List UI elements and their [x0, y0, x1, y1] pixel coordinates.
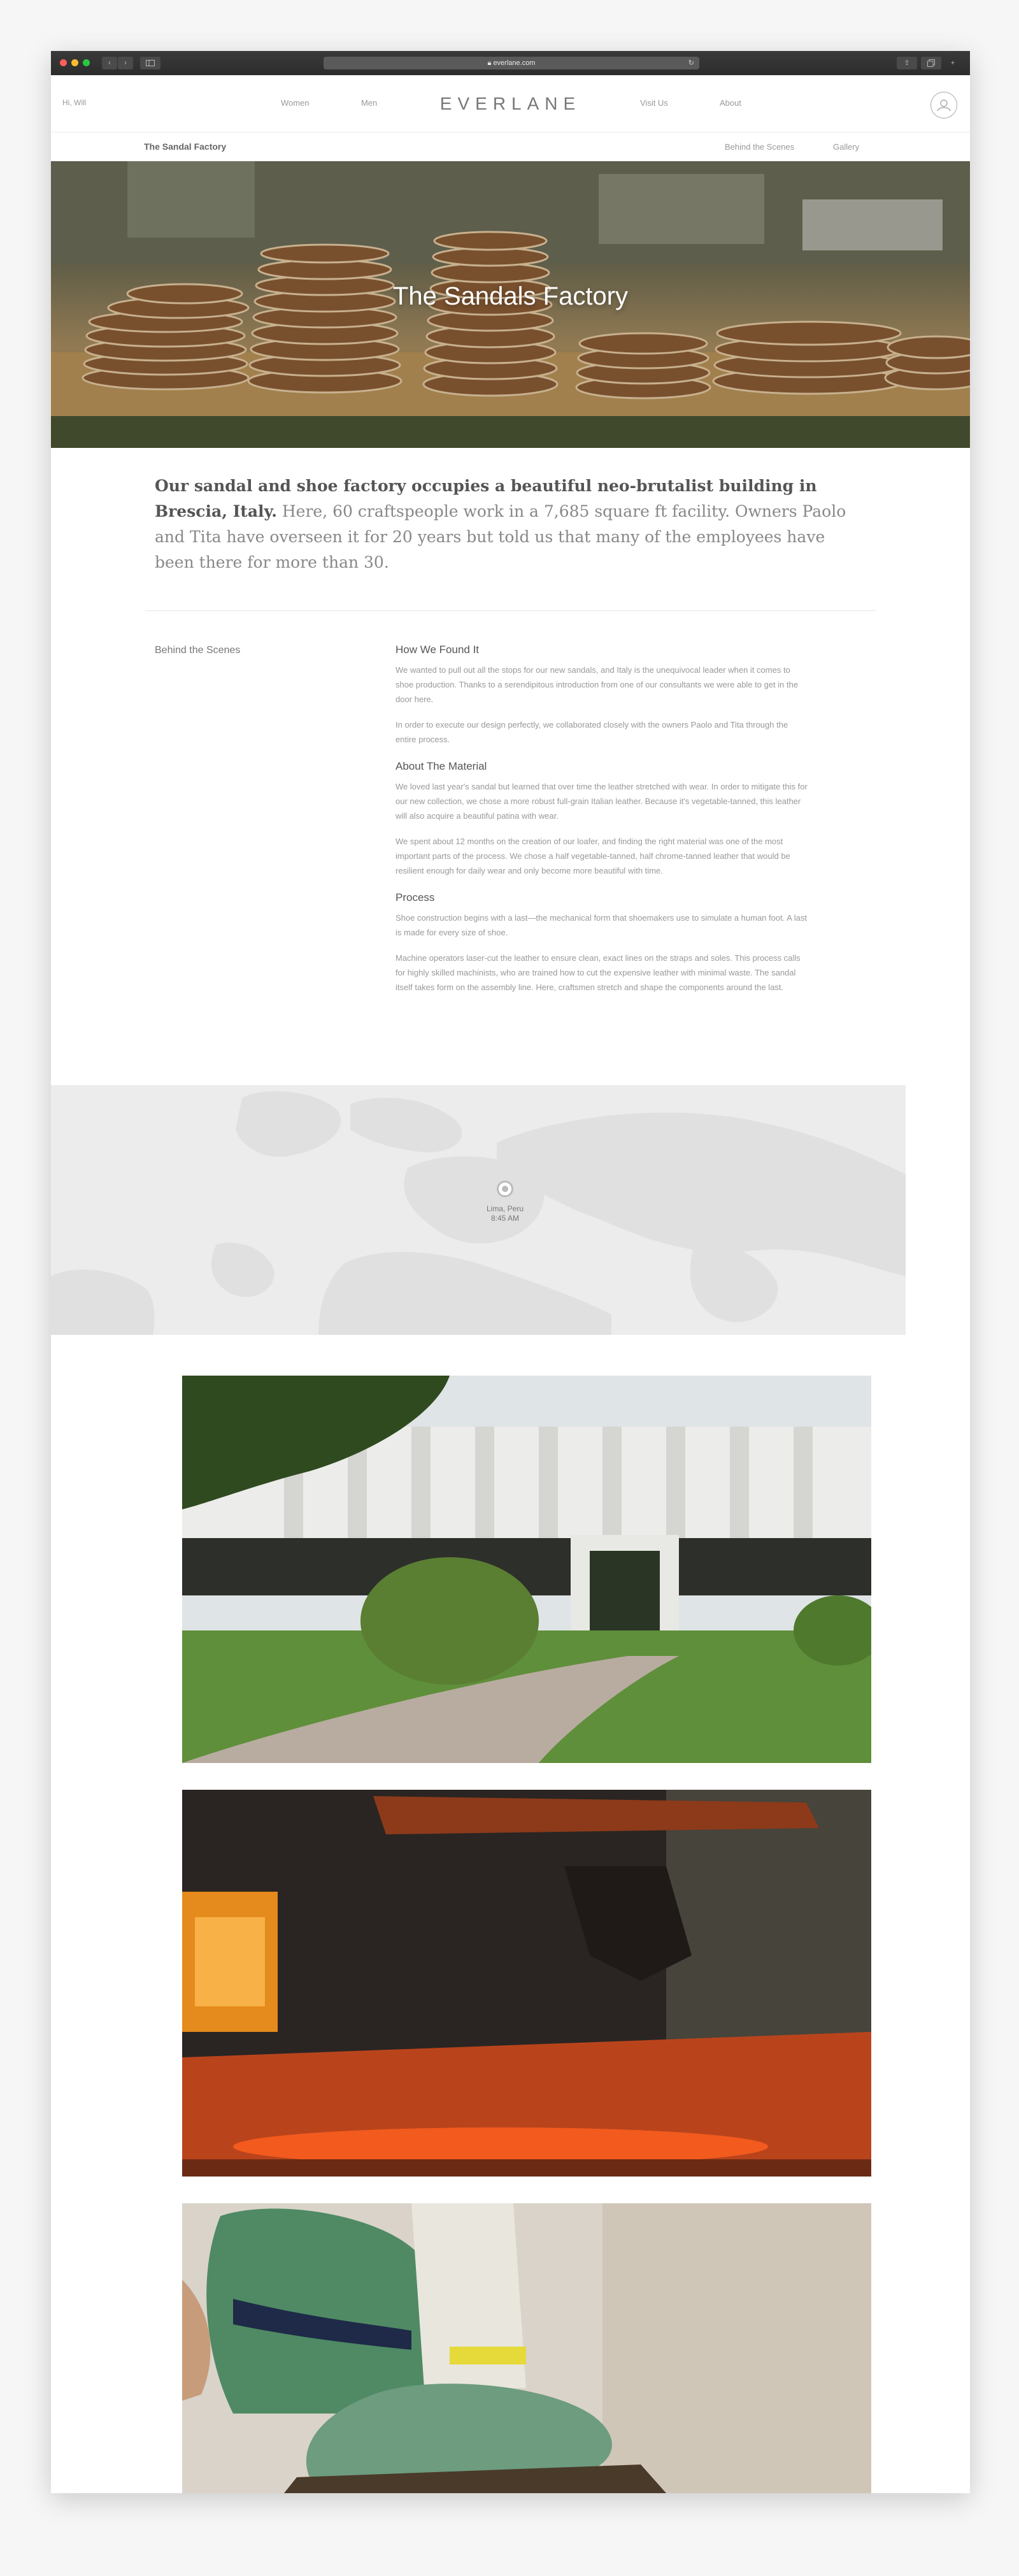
account-icon[interactable]	[930, 92, 957, 119]
tab-behind-the-scenes[interactable]: Behind the Scenes	[725, 142, 794, 152]
address-bar[interactable]: 🔒︎ everlane.com ↻	[324, 57, 699, 69]
location-pin-icon[interactable]	[497, 1181, 513, 1197]
reload-icon[interactable]: ↻	[688, 57, 694, 69]
story-content: How We Found It We wanted to pull out al…	[395, 644, 809, 1008]
section-paragraph: Machine operators laser-cut the leather …	[395, 953, 801, 992]
section-divider	[145, 610, 876, 611]
section-heading: Process	[395, 891, 435, 903]
section-paragraph: We loved last year's sandal but learned …	[395, 782, 808, 821]
nav-about[interactable]: About	[720, 98, 741, 108]
page-title: The Sandal Factory	[144, 141, 227, 152]
pin-location: Lima, Peru	[486, 1204, 524, 1213]
tab-gallery[interactable]: Gallery	[833, 142, 859, 152]
close-window-button[interactable]	[60, 59, 67, 66]
story-section: Process Shoe construction begins with a …	[395, 891, 809, 995]
hero-image: The Sandals Factory	[51, 161, 970, 448]
sub-navigation: The Sandal Factory Behind the Scenes Gal…	[51, 133, 970, 161]
section-paragraph: We wanted to pull out all the stops for …	[395, 665, 799, 704]
section-label: Behind the Scenes	[155, 645, 241, 656]
user-greeting[interactable]: Hi, Will	[62, 98, 86, 107]
laser-cutting-photo	[182, 1790, 871, 2177]
section-heading: How We Found It	[395, 644, 480, 656]
hero-title: The Sandals Factory	[392, 282, 629, 310]
section-paragraph: We spent about 12 months on the creation…	[395, 837, 790, 875]
browser-toolbar: ‹ › 🔒︎ everlane.com ↻ ⇪ +	[51, 51, 970, 75]
pin-time: 8:45 AM	[490, 1214, 520, 1223]
tabs-overview-icon[interactable]	[921, 57, 941, 69]
url-text: everlane.com	[493, 59, 536, 67]
new-tab-icon[interactable]: +	[946, 57, 960, 69]
section-paragraph: In order to execute our design perfectly…	[395, 720, 788, 744]
browser-window: ‹ › 🔒︎ everlane.com ↻ ⇪ + Hi, Will Women…	[51, 51, 970, 2493]
sidebar-toggle-icon[interactable]	[140, 57, 160, 69]
gallery-photo-factory-exterior[interactable]	[182, 1376, 871, 1763]
nav-men[interactable]: Men	[361, 98, 377, 108]
section-heading: About The Material	[395, 760, 487, 772]
story-section: How We Found It We wanted to pull out al…	[395, 644, 809, 747]
back-icon[interactable]: ‹	[102, 57, 117, 69]
nav-women[interactable]: Women	[281, 98, 310, 108]
gallery-photo-workshop-machine[interactable]	[182, 1790, 871, 2177]
share-icon[interactable]: ⇪	[897, 57, 917, 69]
maximize-window-button[interactable]	[83, 59, 90, 66]
section-paragraph: Shoe construction begins with a last—the…	[395, 913, 808, 937]
factory-building-photo	[182, 1376, 871, 1763]
site-header: Hi, Will Women Men EVERLANE Visit Us Abo…	[51, 75, 970, 133]
nav-visit-us[interactable]: Visit Us	[640, 98, 668, 108]
shoe-on-last-photo	[182, 2203, 871, 2493]
gallery-photo-shoe-lasting[interactable]	[182, 2203, 871, 2493]
story-section: About The Material We loved last year's …	[395, 760, 809, 878]
pin-label: Lima, Peru 8:45 AM	[446, 1204, 564, 1223]
everlane-logo[interactable]: EVERLANE	[432, 94, 589, 114]
forward-icon[interactable]: ›	[118, 57, 133, 69]
intro-text: Our sandal and shoe factory occupies a b…	[155, 473, 862, 575]
minimize-window-button[interactable]	[71, 59, 78, 66]
